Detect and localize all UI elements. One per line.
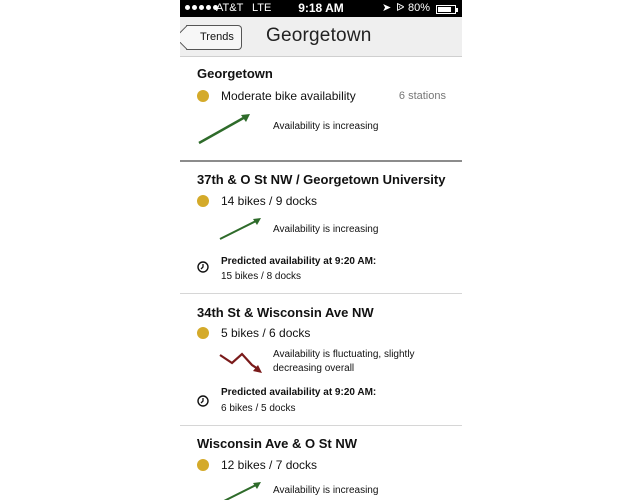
- battery-percent: 80%: [408, 2, 431, 14]
- back-button-label: Trends: [200, 31, 234, 43]
- station-trend-text: Availability is increasing: [273, 224, 379, 235]
- page-title: Georgetown: [266, 25, 372, 46]
- area-availability: Moderate bike availability: [221, 89, 356, 103]
- station-availability: 5 bikes / 6 docks: [221, 326, 311, 340]
- station-card[interactable]: 34th St & Wisconsin Ave NW 5 bikes / 6 d…: [180, 294, 462, 426]
- area-name: Georgetown: [197, 66, 273, 81]
- status-bar: AT&T LTE 9:18 AM ➤ ᐉ 80%: [180, 0, 462, 17]
- availability-dot-icon: [197, 459, 209, 471]
- area-summary: Georgetown Moderate bike availability 6 …: [180, 57, 462, 162]
- prediction-title: Predicted availability at 9:20 AM:: [221, 256, 377, 267]
- clock-icon: [197, 261, 209, 273]
- prediction-title: Predicted availability at 9:20 AM:: [221, 387, 377, 398]
- bluetooth-icon: ᐉ: [396, 2, 405, 14]
- prediction-value: 15 bikes / 8 docks: [221, 271, 302, 282]
- station-card[interactable]: Wisconsin Ave & O St NW 12 bikes / 7 doc…: [180, 426, 462, 500]
- back-button-trends[interactable]: Trends: [186, 25, 242, 50]
- station-availability: 12 bikes / 7 docks: [221, 458, 318, 472]
- prediction-value: 6 bikes / 5 docks: [221, 403, 296, 414]
- station-card[interactable]: 37th & O St NW / Georgetown University 1…: [180, 162, 462, 294]
- availability-dot-icon: [197, 90, 209, 102]
- trend-increasing-icon: [198, 114, 250, 145]
- location-icon: ➤: [382, 2, 392, 14]
- battery-icon: [436, 5, 458, 14]
- phone-screen: AT&T LTE 9:18 AM ➤ ᐉ 80% Trends Georgeto…: [180, 0, 462, 500]
- trend-increasing-icon: [223, 482, 261, 500]
- trend-fluctuating-icon: [219, 352, 262, 373]
- station-count: 6 stations: [398, 90, 446, 102]
- station-name: Wisconsin Ave & O St NW: [197, 436, 357, 451]
- station-name: 34th St & Wisconsin Ave NW: [197, 305, 374, 320]
- station-name: 37th & O St NW / Georgetown University: [197, 172, 446, 187]
- area-trend-text: Availability is increasing: [273, 121, 379, 132]
- clock-icon: [197, 395, 209, 407]
- availability-dot-icon: [197, 327, 209, 339]
- navigation-bar: Trends Georgetown: [180, 17, 462, 57]
- station-trend-text: Availability is fluctuating, slightly de…: [273, 349, 415, 374]
- availability-dot-icon: [197, 195, 209, 207]
- station-availability: 14 bikes / 9 docks: [221, 194, 318, 208]
- trend-increasing-icon: [219, 218, 261, 240]
- station-trend-text: Availability is increasing: [273, 485, 379, 496]
